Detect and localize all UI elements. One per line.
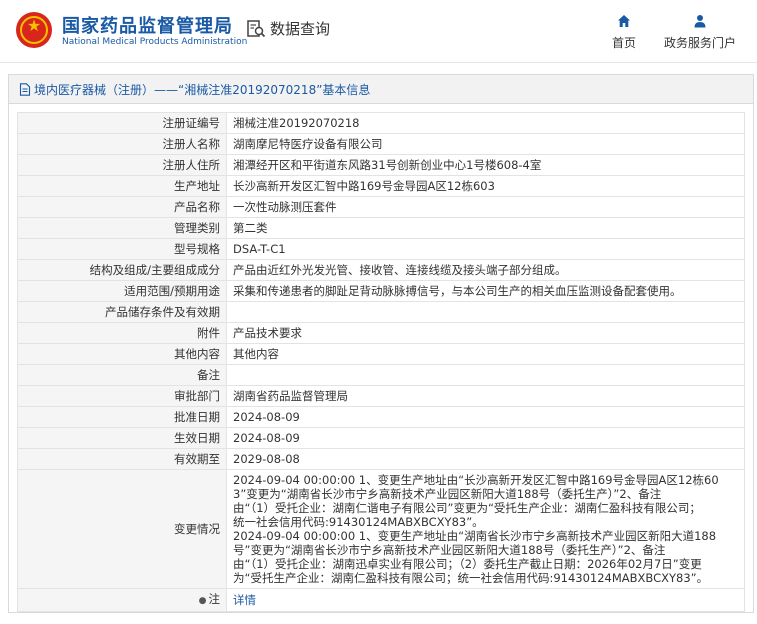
user-icon	[694, 15, 706, 28]
field-label: 产品名称	[17, 196, 227, 218]
lightbulb-icon: ●	[198, 596, 207, 606]
table-row: 型号规格 DSA-T-C1	[17, 238, 745, 260]
site-title: 国家药品监督管理局	[62, 16, 233, 37]
table-row-change-history: 变更情况 2024-09-04 00:00:00 1、变更生产地址由“长沙高新开发…	[17, 469, 745, 589]
nav-service-label: 政务服务门户	[663, 36, 736, 50]
nav-service-portal[interactable]: 政务服务门户	[660, 12, 740, 51]
change-history-line: 由“（1）受托企业：湖南迅卓实业有限公司；（2）委托生产截止日期：2026年02…	[233, 557, 702, 571]
field-label: 结构及组成/主要组成成分	[17, 259, 227, 281]
note-label: 注	[208, 592, 221, 606]
table-row: 批准日期 2024-08-09	[17, 406, 745, 428]
field-label: 审批部门	[17, 385, 227, 407]
table-row: 备注	[17, 364, 745, 386]
table-row: 注册人住所 湘潭经开区和平街道东风路31号创新创业中心1号楼608-4室	[17, 154, 745, 176]
field-value: 湘潭经开区和平街道东风路31号创新创业中心1号楼608-4室	[226, 154, 745, 176]
field-label: 备注	[17, 364, 227, 386]
field-value: 产品技术要求	[226, 322, 745, 344]
table-row: 适用范围/预期用途 采集和传递患者的脚趾足背动脉脉搏信号，与本公司生产的相关血压监…	[17, 280, 745, 302]
field-value: 长沙高新开发区汇智中路169号金导园A区12栋603	[226, 175, 745, 197]
table-row: 注册人名称 湖南摩尼特医疗设备有限公司	[17, 133, 745, 155]
table-row: 管理类别 第二类	[17, 217, 745, 239]
change-history-line: 2024-09-04 00:00:00 1、变更生产地址由“长沙高新开发区汇智中…	[233, 473, 719, 487]
field-label: 注册人住所	[17, 154, 227, 176]
field-label: 管理类别	[17, 217, 227, 239]
note-label-cell: ● 注	[17, 588, 227, 612]
change-history-value: 2024-09-04 00:00:00 1、变更生产地址由“长沙高新开发区汇智中…	[226, 469, 745, 589]
field-label: 生产地址	[17, 175, 227, 197]
field-value: 第二类	[226, 217, 745, 239]
detail-panel: 境内医疗器械（注册）——“湘械注准20192070218”基本信息 注册证编号湘…	[8, 74, 754, 613]
nav-home[interactable]: 首页	[608, 12, 640, 51]
table-row: 注册证编号 湘械注准20192070218	[17, 112, 745, 134]
field-value: 湖南省药品监督管理局	[226, 385, 745, 407]
field-label: 其他内容	[17, 343, 227, 365]
table-row: 有效期至 2029-08-08	[17, 448, 745, 470]
field-label: 批准日期	[17, 406, 227, 428]
table-row: 生产地址 长沙高新开发区汇智中路169号金导园A区12栋603	[17, 175, 745, 197]
nav-home-label: 首页	[611, 36, 636, 50]
field-label: 生效日期	[17, 427, 227, 449]
info-table: 注册证编号 湘械注准20192070218 注册人名称 湖南摩尼特医疗设备有限公司 注册…	[17, 112, 745, 612]
table-row: 产品储存条件及有效期	[17, 301, 745, 323]
data-query-link[interactable]: 数据查询	[246, 18, 330, 39]
national-emblem-icon: ★	[16, 12, 52, 48]
field-value: 2029-08-08	[226, 448, 745, 470]
note-value-cell: 详情	[226, 588, 745, 612]
document-search-icon	[247, 19, 266, 37]
field-label: 注册人名称	[17, 133, 227, 155]
field-value: 湘械注准20192070218	[226, 112, 745, 134]
field-label: 产品储存条件及有效期	[17, 301, 227, 323]
panel-title-bar: 境内医疗器械（注册）——“湘械注准20192070218”基本信息	[9, 75, 753, 104]
change-history-line: 2024-09-04 00:00:00 1、变更生产地址由“湖南省长沙市宁乡高新…	[233, 529, 717, 543]
field-label: 有效期至	[17, 448, 227, 470]
data-query-label: 数据查询	[270, 20, 331, 38]
field-value: 一次性动脉测压套件	[226, 196, 745, 218]
change-history-line: 由“（1）受托企业：湖南仁谐电子有限公司”变更为“受托生产企业：湖南仁盈科技有限…	[233, 501, 701, 515]
field-value: 2024-08-09	[226, 406, 745, 428]
document-icon	[19, 82, 31, 96]
panel-title: 境内医疗器械（注册）——“湘械注准20192070218”基本信息	[34, 82, 371, 97]
field-value: 2024-08-09	[226, 427, 745, 449]
change-history-line: 3”变更为“湖南省长沙市宁乡高新技术产业园区新阳大道188号（委托生产）”2、备…	[233, 487, 662, 501]
field-label: 变更情况	[17, 469, 227, 589]
details-link[interactable]: 详情	[233, 593, 256, 607]
field-value: 其他内容	[226, 343, 745, 365]
site-header: ★ 国家药品监督管理局 National Medical Products Ad…	[0, 0, 757, 63]
change-history-line: 为“受托生产企业：湖南仁盈科技有限公司；统一社会信用代码:91430124MAB…	[233, 571, 709, 585]
site-subtitle: National Medical Products Administration	[62, 37, 248, 47]
table-row: 产品名称 一次性动脉测压套件	[17, 196, 745, 218]
field-value: 产品由近红外光发光管、接收管、连接线缆及接头端子部分组成。	[226, 259, 745, 281]
field-value	[226, 364, 745, 386]
home-icon	[618, 15, 630, 27]
change-history-line: 号”变更为“湖南省长沙市宁乡高新技术产业园区新阳大道188号（委托生产）”2、备…	[233, 543, 666, 557]
table-row: 结构及组成/主要组成成分 产品由近红外光发光管、接收管、连接线缆及接头端子部分组成…	[17, 259, 745, 281]
table-row: 其他内容 其他内容	[17, 343, 745, 365]
field-label: 适用范围/预期用途	[17, 280, 227, 302]
field-value: DSA-T-C1	[226, 238, 745, 260]
field-value: 采集和传递患者的脚趾足背动脉脉搏信号，与本公司生产的相关血压监测设备配套使用。	[226, 280, 745, 302]
field-label: 型号规格	[17, 238, 227, 260]
table-row: 审批部门 湖南省药品监督管理局	[17, 385, 745, 407]
table-row-note: ● 注详情	[17, 588, 745, 612]
field-label: 附件	[17, 322, 227, 344]
field-value: 湖南摩尼特医疗设备有限公司	[226, 133, 745, 155]
change-history-line: 统一社会信用代码:91430124MABXBCXY83”。	[233, 515, 484, 529]
table-row: 生效日期 2024-08-09	[17, 427, 745, 449]
table-row: 附件 产品技术要求	[17, 322, 745, 344]
field-label: 注册证编号	[17, 112, 227, 134]
field-value	[226, 301, 745, 323]
